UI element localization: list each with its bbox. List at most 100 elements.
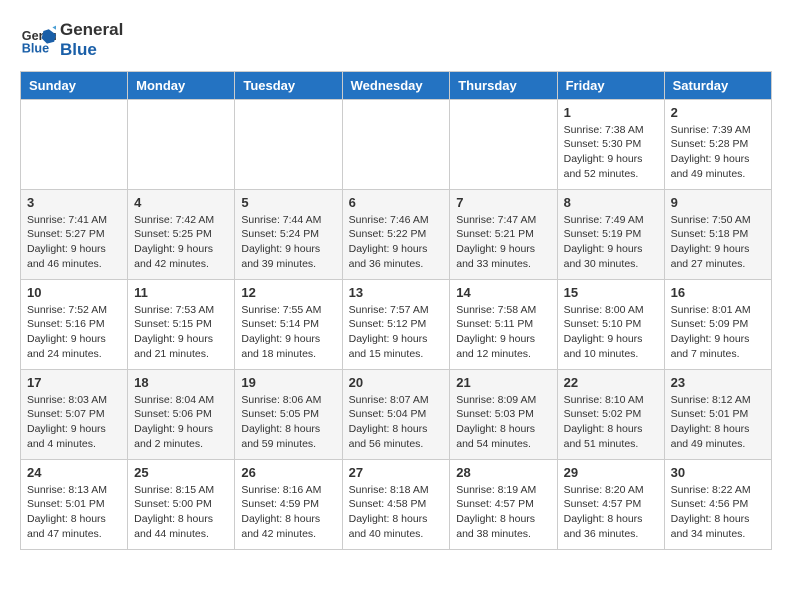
calendar-week-1: 1 Sunrise: 7:38 AM Sunset: 5:30 PM Daylig… xyxy=(21,99,772,189)
day-number: 1 xyxy=(564,105,658,120)
calendar-cell xyxy=(342,99,450,189)
day-info: Sunrise: 7:58 AM Sunset: 5:11 PM Dayligh… xyxy=(456,303,550,362)
calendar-cell: 12 Sunrise: 7:55 AM Sunset: 5:14 PM Dayli… xyxy=(235,279,342,369)
day-info: Sunrise: 8:00 AM Sunset: 5:10 PM Dayligh… xyxy=(564,303,658,362)
calendar-cell: 9 Sunrise: 7:50 AM Sunset: 5:18 PM Daylig… xyxy=(664,189,771,279)
calendar-cell: 8Sunrise: 7:49 AM Sunset: 5:19 PM Daylig… xyxy=(557,189,664,279)
day-number: 3 xyxy=(27,195,121,210)
day-number: 27 xyxy=(349,465,444,480)
day-number: 12 xyxy=(241,285,335,300)
day-info: Sunrise: 8:03 AM Sunset: 5:07 PM Dayligh… xyxy=(27,393,121,452)
day-info: Sunrise: 7:44 AM Sunset: 5:24 PM Dayligh… xyxy=(241,213,335,272)
calendar-cell: 21Sunrise: 8:09 AM Sunset: 5:03 PM Dayli… xyxy=(450,369,557,459)
calendar-cell: 7 Sunrise: 7:47 AM Sunset: 5:21 PM Daylig… xyxy=(450,189,557,279)
calendar-week-4: 17 Sunrise: 8:03 AM Sunset: 5:07 PM Dayli… xyxy=(21,369,772,459)
day-number: 19 xyxy=(241,375,335,390)
calendar-cell xyxy=(21,99,128,189)
calendar-cell: 20 Sunrise: 8:07 AM Sunset: 5:04 PM Dayli… xyxy=(342,369,450,459)
calendar-cell: 4 Sunrise: 7:42 AM Sunset: 5:25 PM Daylig… xyxy=(128,189,235,279)
day-number: 30 xyxy=(671,465,765,480)
day-number: 28 xyxy=(456,465,550,480)
calendar-week-5: 24Sunrise: 8:13 AM Sunset: 5:01 PM Dayli… xyxy=(21,459,772,549)
weekday-header-saturday: Saturday xyxy=(664,71,771,99)
day-number: 22 xyxy=(564,375,658,390)
day-info: Sunrise: 7:55 AM Sunset: 5:14 PM Dayligh… xyxy=(241,303,335,362)
day-number: 20 xyxy=(349,375,444,390)
calendar-cell xyxy=(235,99,342,189)
day-number: 9 xyxy=(671,195,765,210)
calendar-cell: 27 Sunrise: 8:18 AM Sunset: 4:58 PM Dayli… xyxy=(342,459,450,549)
calendar-cell xyxy=(128,99,235,189)
day-info: Sunrise: 7:39 AM Sunset: 5:28 PM Dayligh… xyxy=(671,123,765,182)
svg-text:Blue: Blue xyxy=(22,42,49,56)
day-number: 11 xyxy=(134,285,228,300)
day-info: Sunrise: 7:47 AM Sunset: 5:21 PM Dayligh… xyxy=(456,213,550,272)
day-info: Sunrise: 8:01 AM Sunset: 5:09 PM Dayligh… xyxy=(671,303,765,362)
day-number: 13 xyxy=(349,285,444,300)
day-info: Sunrise: 7:49 AM Sunset: 5:19 PM Dayligh… xyxy=(564,213,658,272)
calendar-cell: 30 Sunrise: 8:22 AM Sunset: 4:56 PM Dayli… xyxy=(664,459,771,549)
calendar-cell: 1 Sunrise: 7:38 AM Sunset: 5:30 PM Daylig… xyxy=(557,99,664,189)
day-number: 17 xyxy=(27,375,121,390)
day-number: 29 xyxy=(564,465,658,480)
calendar-cell: 19 Sunrise: 8:06 AM Sunset: 5:05 PM Dayli… xyxy=(235,369,342,459)
calendar-cell: 13 Sunrise: 7:57 AM Sunset: 5:12 PM Dayli… xyxy=(342,279,450,369)
weekday-header-thursday: Thursday xyxy=(450,71,557,99)
day-number: 15 xyxy=(564,285,658,300)
day-number: 25 xyxy=(134,465,228,480)
calendar-header-row: SundayMondayTuesdayWednesdayThursdayFrid… xyxy=(21,71,772,99)
day-info: Sunrise: 8:07 AM Sunset: 5:04 PM Dayligh… xyxy=(349,393,444,452)
calendar-table: SundayMondayTuesdayWednesdayThursdayFrid… xyxy=(20,71,772,550)
weekday-header-sunday: Sunday xyxy=(21,71,128,99)
day-info: Sunrise: 7:50 AM Sunset: 5:18 PM Dayligh… xyxy=(671,213,765,272)
day-info: Sunrise: 8:09 AM Sunset: 5:03 PM Dayligh… xyxy=(456,393,550,452)
calendar-cell: 11 Sunrise: 7:53 AM Sunset: 5:15 PM Dayli… xyxy=(128,279,235,369)
calendar-cell: 3 Sunrise: 7:41 AM Sunset: 5:27 PM Daylig… xyxy=(21,189,128,279)
day-info: Sunrise: 7:41 AM Sunset: 5:27 PM Dayligh… xyxy=(27,213,121,272)
day-info: Sunrise: 8:19 AM Sunset: 4:57 PM Dayligh… xyxy=(456,483,550,542)
logo-blue: Blue xyxy=(60,40,123,60)
calendar-cell: 18 Sunrise: 8:04 AM Sunset: 5:06 PM Dayli… xyxy=(128,369,235,459)
day-number: 2 xyxy=(671,105,765,120)
day-info: Sunrise: 7:38 AM Sunset: 5:30 PM Dayligh… xyxy=(564,123,658,182)
day-info: Sunrise: 8:06 AM Sunset: 5:05 PM Dayligh… xyxy=(241,393,335,452)
calendar-cell: 6 Sunrise: 7:46 AM Sunset: 5:22 PM Daylig… xyxy=(342,189,450,279)
calendar-cell: 22 Sunrise: 8:10 AM Sunset: 5:02 PM Dayli… xyxy=(557,369,664,459)
calendar-cell: 16Sunrise: 8:01 AM Sunset: 5:09 PM Dayli… xyxy=(664,279,771,369)
logo-general: General xyxy=(60,20,123,40)
day-info: Sunrise: 7:53 AM Sunset: 5:15 PM Dayligh… xyxy=(134,303,228,362)
calendar-cell: 2 Sunrise: 7:39 AM Sunset: 5:28 PM Daylig… xyxy=(664,99,771,189)
day-number: 6 xyxy=(349,195,444,210)
day-info: Sunrise: 7:42 AM Sunset: 5:25 PM Dayligh… xyxy=(134,213,228,272)
day-number: 14 xyxy=(456,285,550,300)
calendar-cell: 24Sunrise: 8:13 AM Sunset: 5:01 PM Dayli… xyxy=(21,459,128,549)
calendar-cell: 15 Sunrise: 8:00 AM Sunset: 5:10 PM Dayli… xyxy=(557,279,664,369)
day-info: Sunrise: 7:57 AM Sunset: 5:12 PM Dayligh… xyxy=(349,303,444,362)
day-info: Sunrise: 8:22 AM Sunset: 4:56 PM Dayligh… xyxy=(671,483,765,542)
logo-icon: General Blue xyxy=(20,22,56,58)
day-number: 26 xyxy=(241,465,335,480)
day-info: Sunrise: 8:18 AM Sunset: 4:58 PM Dayligh… xyxy=(349,483,444,542)
weekday-header-tuesday: Tuesday xyxy=(235,71,342,99)
calendar-cell: 10 Sunrise: 7:52 AM Sunset: 5:16 PM Dayli… xyxy=(21,279,128,369)
weekday-header-friday: Friday xyxy=(557,71,664,99)
calendar-cell: 26 Sunrise: 8:16 AM Sunset: 4:59 PM Dayli… xyxy=(235,459,342,549)
weekday-header-monday: Monday xyxy=(128,71,235,99)
calendar-cell: 14 Sunrise: 7:58 AM Sunset: 5:11 PM Dayli… xyxy=(450,279,557,369)
day-number: 4 xyxy=(134,195,228,210)
calendar-week-2: 3 Sunrise: 7:41 AM Sunset: 5:27 PM Daylig… xyxy=(21,189,772,279)
day-info: Sunrise: 8:04 AM Sunset: 5:06 PM Dayligh… xyxy=(134,393,228,452)
day-number: 10 xyxy=(27,285,121,300)
day-info: Sunrise: 8:13 AM Sunset: 5:01 PM Dayligh… xyxy=(27,483,121,542)
calendar-week-3: 10 Sunrise: 7:52 AM Sunset: 5:16 PM Dayli… xyxy=(21,279,772,369)
day-number: 7 xyxy=(456,195,550,210)
day-info: Sunrise: 7:46 AM Sunset: 5:22 PM Dayligh… xyxy=(349,213,444,272)
day-info: Sunrise: 8:12 AM Sunset: 5:01 PM Dayligh… xyxy=(671,393,765,452)
day-info: Sunrise: 8:10 AM Sunset: 5:02 PM Dayligh… xyxy=(564,393,658,452)
day-info: Sunrise: 7:52 AM Sunset: 5:16 PM Dayligh… xyxy=(27,303,121,362)
calendar-cell: 17 Sunrise: 8:03 AM Sunset: 5:07 PM Dayli… xyxy=(21,369,128,459)
day-number: 18 xyxy=(134,375,228,390)
day-info: Sunrise: 8:16 AM Sunset: 4:59 PM Dayligh… xyxy=(241,483,335,542)
weekday-header-wednesday: Wednesday xyxy=(342,71,450,99)
day-info: Sunrise: 8:15 AM Sunset: 5:00 PM Dayligh… xyxy=(134,483,228,542)
